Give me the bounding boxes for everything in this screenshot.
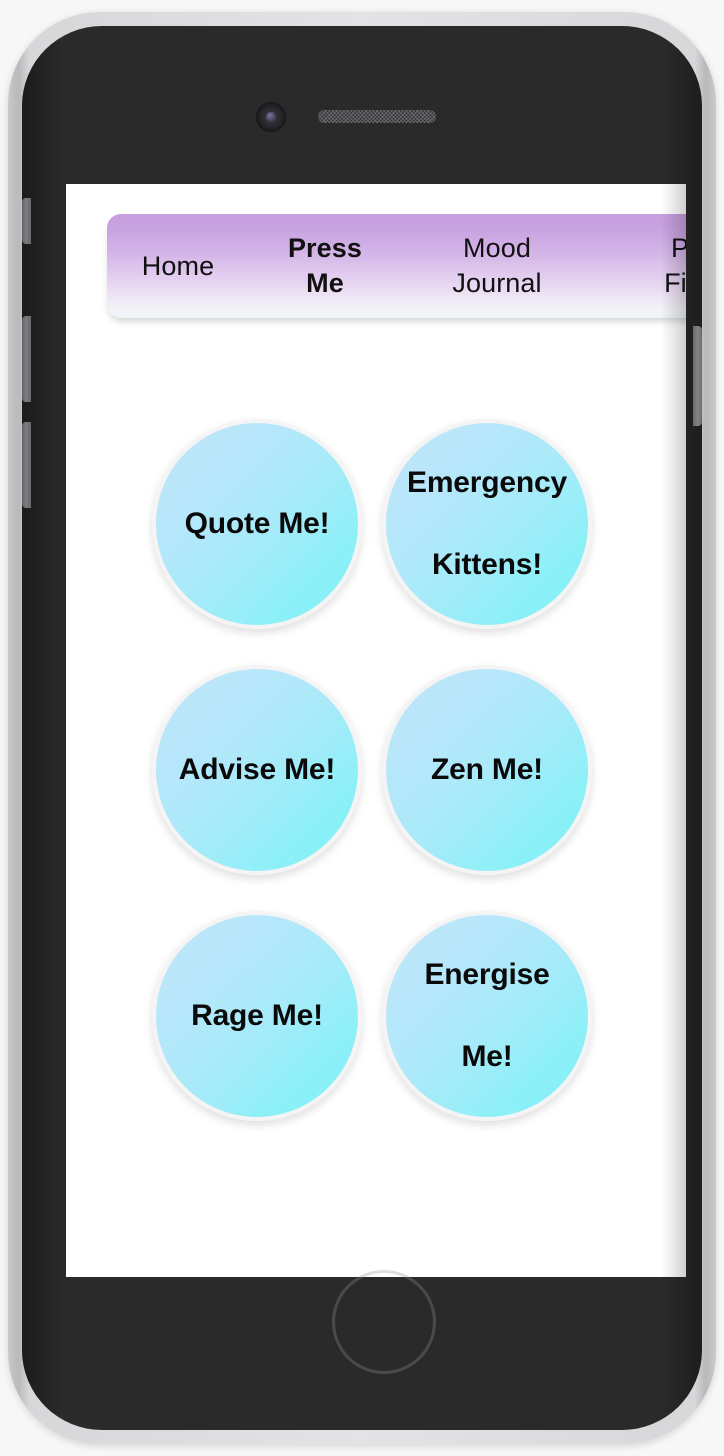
press-button-label: Zen Me! <box>431 753 543 786</box>
press-button-advise-me[interactable]: Advise Me! <box>152 665 362 875</box>
nav-item-home[interactable]: Home <box>107 249 249 284</box>
home-button[interactable] <box>332 1270 436 1374</box>
press-button-label: Advise Me! <box>178 753 336 786</box>
front-camera-icon <box>256 102 286 132</box>
press-button-emergency-kittens[interactable]: Emergency Kittens! <box>382 419 592 629</box>
phone-device-body: Home Press Me Mood Journal P Fir Quote M… <box>22 26 702 1430</box>
press-button-zen-me[interactable]: Zen Me! <box>382 665 592 875</box>
navigation-bar: Home Press Me Mood Journal P Fir <box>107 214 686 318</box>
power-button[interactable] <box>693 326 702 426</box>
press-button-label: Quote Me! <box>184 507 330 540</box>
nav-item-mood-journal[interactable]: Mood Journal <box>401 231 593 300</box>
phone-device-frame: Home Press Me Mood Journal P Fir Quote M… <box>8 12 716 1444</box>
press-button-grid: Quote Me! Emergency Kittens! Advise Me! … <box>152 419 686 1121</box>
earpiece-speaker-icon <box>318 110 436 123</box>
press-button-label: Emergency Kittens! <box>407 465 567 582</box>
press-button-rage-me[interactable]: Rage Me! <box>152 911 362 1121</box>
volume-down-button[interactable] <box>22 422 31 508</box>
press-button-label: Rage Me! <box>191 999 323 1032</box>
press-button-energise-me[interactable]: Energise Me! <box>382 911 592 1121</box>
volume-up-button[interactable] <box>22 316 31 402</box>
nav-item-truncated[interactable]: P Fir <box>593 231 686 300</box>
silent-switch-button[interactable] <box>22 198 31 244</box>
phone-screen: Home Press Me Mood Journal P Fir Quote M… <box>66 184 686 1277</box>
press-button-quote-me[interactable]: Quote Me! <box>152 419 362 629</box>
press-button-label: Energise Me! <box>424 957 550 1074</box>
nav-item-press-me[interactable]: Press Me <box>249 231 401 300</box>
